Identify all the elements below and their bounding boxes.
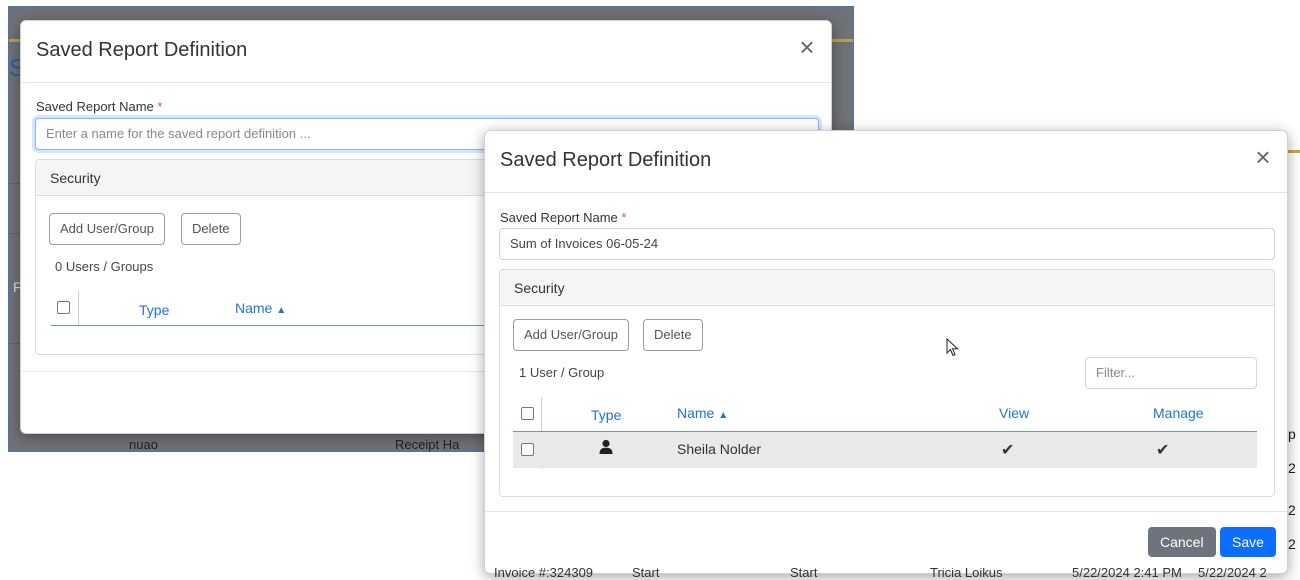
background-right-fragment: p <box>1288 426 1296 442</box>
table-row[interactable]: Sheila Nolder ✔ ✔ <box>513 432 1257 468</box>
sort-ascending-icon: ▲ <box>276 305 287 316</box>
person-icon-svg <box>599 439 613 454</box>
required-mark: * <box>157 99 163 114</box>
security-panel-header: Security <box>500 270 1274 306</box>
background-bottom-cell: Start <box>632 568 660 580</box>
column-header-manage[interactable]: Manage <box>1153 405 1204 421</box>
background-right-fragment: 2 <box>1288 502 1296 518</box>
dialog-title: Saved Report Definition <box>500 149 712 171</box>
column-header-type[interactable]: Type <box>139 302 169 318</box>
row-name: Sheila Nolder <box>677 441 762 457</box>
delete-button[interactable]: Delete <box>643 319 703 351</box>
cancel-button[interactable]: Cancel <box>1148 527 1216 557</box>
manage-check-icon: ✔ <box>1156 442 1170 459</box>
view-check-icon: ✔ <box>1001 442 1015 459</box>
background-row-text: nuao <box>129 437 158 452</box>
save-button[interactable]: Save <box>1220 527 1276 557</box>
delete-button[interactable]: Delete <box>181 213 241 245</box>
add-user-group-button[interactable]: Add User/Group <box>49 213 165 245</box>
column-divider <box>78 291 79 325</box>
background-bottom-row: Invoice #:324309 Start Start Tricia Loik… <box>484 568 1300 580</box>
person-icon <box>599 439 613 458</box>
background-bottom-cell: Invoice #:324309 <box>494 568 594 580</box>
saved-report-dialog-front: Saved Report Definition × Saved Report N… <box>484 130 1288 574</box>
label-text: Saved Report Name <box>36 99 154 114</box>
column-header-type[interactable]: Type <box>591 407 621 423</box>
background-row-text: Receipt Ha <box>395 437 460 452</box>
dialog-title: Saved Report Definition <box>36 39 248 61</box>
column-header-name-label: Name <box>677 405 715 421</box>
background-bottom-cell: Tricia Loikus <box>930 568 1003 580</box>
background-bottom-cell: Start <box>790 568 818 580</box>
dialog-footer-divider <box>485 511 1287 512</box>
column-header-name-label: Name <box>235 300 273 316</box>
row-checkbox[interactable] <box>521 443 534 456</box>
user-group-count: 1 User / Group <box>519 365 605 380</box>
close-icon[interactable]: × <box>795 34 819 60</box>
add-user-group-button[interactable]: Add User/Group <box>513 319 629 351</box>
dialog-header: Saved Report Definition × <box>21 21 831 83</box>
background-right-fragment: 2 <box>1288 460 1296 476</box>
mouse-cursor-icon <box>946 338 959 357</box>
label-text: Saved Report Name <box>500 210 618 225</box>
column-header-name[interactable]: Name ▲ <box>677 405 728 421</box>
background-bottom-cell: 5/22/2024 2 <box>1198 568 1267 580</box>
saved-report-name-input[interactable]: Sum of Invoices 06-05-24 <box>499 228 1275 260</box>
background-bottom-cell: 5/22/2024 2:41 PM <box>1072 568 1182 580</box>
sort-ascending-icon: ▲ <box>718 410 729 421</box>
background-right-fragment: 2 <box>1288 536 1296 552</box>
saved-report-name-label: Saved Report Name * <box>36 99 162 114</box>
column-header-name[interactable]: Name ▲ <box>235 300 286 316</box>
column-header-view[interactable]: View <box>999 405 1029 421</box>
required-mark: * <box>621 210 627 225</box>
select-all-checkbox[interactable] <box>521 407 534 420</box>
close-icon[interactable]: × <box>1251 144 1275 170</box>
filter-input[interactable]: Filter... <box>1085 357 1257 389</box>
saved-report-name-label: Saved Report Name * <box>500 210 626 225</box>
select-all-checkbox[interactable] <box>57 301 70 314</box>
user-group-count: 0 Users / Groups <box>55 259 154 274</box>
dialog-header: Saved Report Definition × <box>485 131 1287 193</box>
